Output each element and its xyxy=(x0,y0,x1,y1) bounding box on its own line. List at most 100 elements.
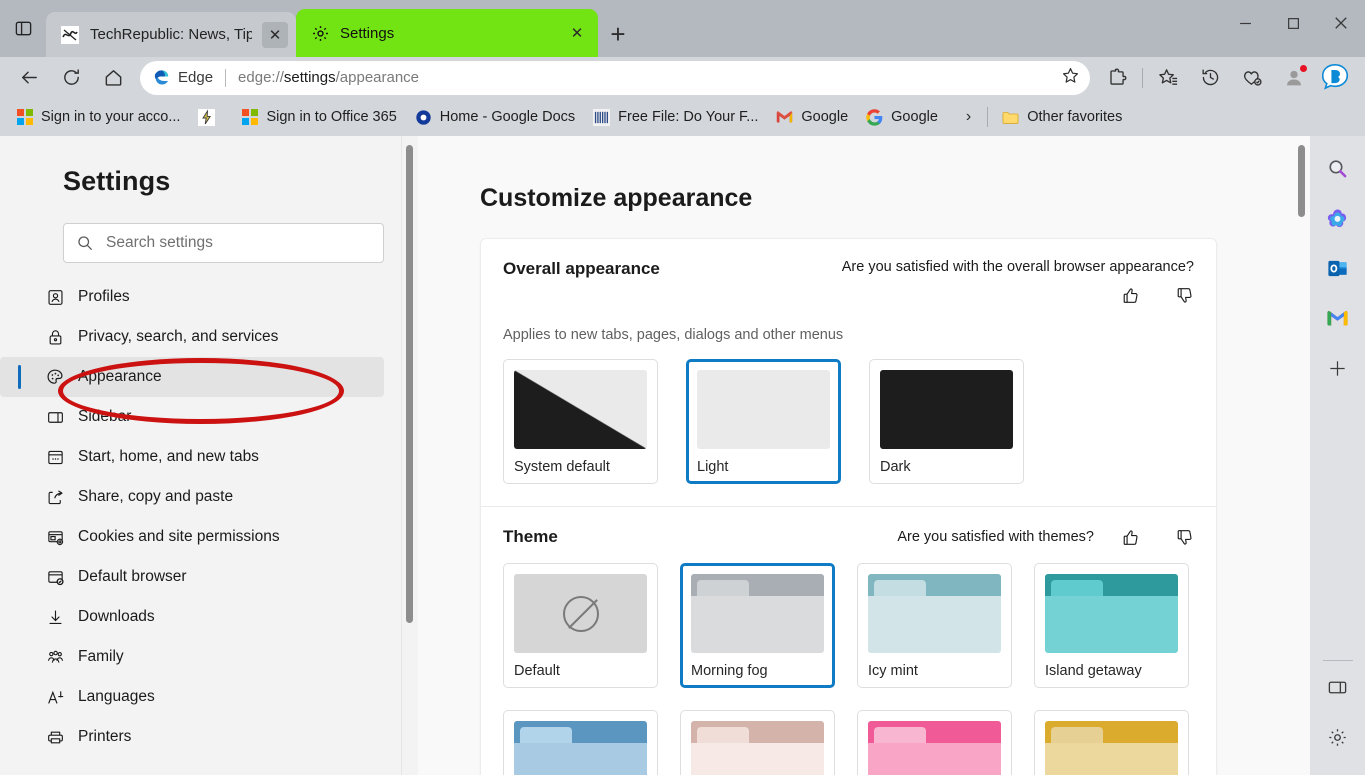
bookmark-item[interactable]: Sign in to Office 365 xyxy=(233,105,404,130)
appearance-option-light[interactable]: Light xyxy=(686,359,841,484)
extensions-icon[interactable] xyxy=(1096,61,1138,95)
thumbs-down-icon[interactable] xyxy=(1174,285,1194,305)
bookmark-label: Sign in to Office 365 xyxy=(266,109,396,125)
start-home-icon xyxy=(44,448,66,467)
sidebar-item-family[interactable]: Family xyxy=(0,637,384,677)
navigation-toolbar: Edge edge://settings/appearance xyxy=(0,57,1365,98)
bookmark-item[interactable]: Google xyxy=(768,105,856,130)
theme-option-pink[interactable] xyxy=(857,710,1012,775)
bookmark-item[interactable]: Free File: Do Your F... xyxy=(585,105,766,130)
sidebar-item-cookies-and-site-permissions[interactable]: Cookies and site permissions xyxy=(0,517,384,557)
sidebar-item-downloads[interactable]: Downloads xyxy=(0,597,384,637)
tab-title: Settings xyxy=(340,25,554,42)
sidebar-item-share-copy-and-paste[interactable]: Share, copy and paste xyxy=(0,477,384,517)
bookmark-item[interactable]: Home - Google Docs xyxy=(407,105,583,130)
outlook-icon[interactable] xyxy=(1318,248,1358,288)
toolbar-divider xyxy=(1142,68,1143,88)
plus-icon[interactable] xyxy=(1318,348,1358,388)
collections-icon[interactable] xyxy=(1147,61,1189,95)
sidebar-item-profiles[interactable]: Profiles xyxy=(0,277,384,317)
address-bar[interactable]: Edge edge://settings/appearance xyxy=(140,61,1090,95)
back-button[interactable] xyxy=(8,61,50,95)
search-placeholder: Search settings xyxy=(106,234,213,252)
sidebar-item-start-home-and-new-tabs[interactable]: Start, home, and new tabs xyxy=(0,437,384,477)
bookmark-item[interactable] xyxy=(190,105,231,130)
appearance-option-label: System default xyxy=(514,459,647,475)
sidebar-toggle-icon[interactable] xyxy=(1318,667,1358,707)
title-bar: TechRepublic: News, Tips & Advi ✕ Settin… xyxy=(0,0,1365,57)
settings-nav-scrollbar[interactable] xyxy=(401,136,418,775)
theme-thumbnail xyxy=(868,721,1001,775)
sidebar-item-appearance[interactable]: Appearance xyxy=(0,357,384,397)
history-icon[interactable] xyxy=(1189,61,1231,95)
thumbs-up-icon[interactable] xyxy=(1120,285,1140,305)
tab-settings[interactable]: Settings ✕ xyxy=(296,9,598,57)
edge-brand: Edge xyxy=(152,68,213,87)
content-scrollbar[interactable] xyxy=(1293,136,1310,775)
tab-strip: TechRepublic: News, Tips & Advi ✕ Settin… xyxy=(0,0,638,57)
cookies-icon xyxy=(44,528,66,547)
favorites-overflow-chevron-icon[interactable]: › xyxy=(956,104,981,130)
languages-icon xyxy=(44,688,66,707)
close-button[interactable] xyxy=(1317,0,1365,46)
bookmark-item[interactable]: Google xyxy=(858,105,946,130)
family-icon xyxy=(44,648,66,667)
gear-icon xyxy=(310,23,330,43)
appearance-option-system-default[interactable]: System default xyxy=(503,359,658,484)
bookmark-label: Google xyxy=(891,109,938,125)
tab-close-icon[interactable]: ✕ xyxy=(262,22,288,48)
microsoft-icon xyxy=(16,109,33,126)
maximize-button[interactable] xyxy=(1269,0,1317,46)
search-magnifier-icon[interactable] xyxy=(1318,148,1358,188)
settings-page: Settings Search settings xyxy=(0,136,1310,775)
sidebar-item-languages[interactable]: Languages xyxy=(0,677,384,717)
theme-option-label: Island getaway xyxy=(1045,663,1178,679)
sidebar-item-label: Family xyxy=(78,648,124,666)
sidebar-item-sidebar[interactable]: Sidebar xyxy=(0,397,384,437)
theme-options-row-2 xyxy=(503,710,1194,775)
appearance-thumbnail xyxy=(697,370,830,449)
tab-techrepublic[interactable]: TechRepublic: News, Tips & Advi ✕ xyxy=(46,12,296,57)
copilot-button[interactable] xyxy=(1309,57,1361,98)
sidebar-item-default-browser[interactable]: Default browser xyxy=(0,557,384,597)
other-favorites-folder[interactable]: Other favorites xyxy=(994,105,1130,130)
copilot-sparkle-icon[interactable] xyxy=(1318,198,1358,238)
theme-option-morning-fog[interactable]: Morning fog xyxy=(680,563,835,688)
browser-essentials-icon[interactable] xyxy=(1231,61,1273,95)
tab-close-icon[interactable]: ✕ xyxy=(564,20,590,46)
thumbs-down-icon[interactable] xyxy=(1174,527,1194,547)
refresh-button[interactable] xyxy=(50,61,92,95)
gmail-icon[interactable] xyxy=(1318,298,1358,338)
favorite-star-icon[interactable] xyxy=(1061,66,1080,90)
sidebar-item-label: Share, copy and paste xyxy=(78,488,233,506)
theme-option-default[interactable]: Default xyxy=(503,563,658,688)
theme-option-icy-mint[interactable]: Icy mint xyxy=(857,563,1012,688)
sidebar-item-label: Appearance xyxy=(78,368,162,386)
search-settings-input[interactable]: Search settings xyxy=(63,223,384,263)
theme-option-blue[interactable] xyxy=(503,710,658,775)
theme-option-gold[interactable] xyxy=(1034,710,1189,775)
feedback-question: Are you satisfied with the overall brows… xyxy=(842,259,1194,275)
gmail-icon xyxy=(776,109,793,126)
appearance-option-dark[interactable]: Dark xyxy=(869,359,1024,484)
home-button[interactable] xyxy=(92,61,134,95)
minimize-button[interactable] xyxy=(1221,0,1269,46)
scrollbar-thumb[interactable] xyxy=(406,145,413,623)
bookmark-item[interactable]: Sign in to your acco... xyxy=(8,105,188,130)
page-title: Settings xyxy=(63,166,418,197)
new-tab-button[interactable]: + xyxy=(598,12,638,57)
sidebar-item-label: Profiles xyxy=(78,288,130,306)
theme-option-label: Morning fog xyxy=(691,663,824,679)
theme-option-blush[interactable] xyxy=(680,710,835,775)
sidebar-item-printers[interactable]: Printers xyxy=(0,717,384,757)
gear-icon[interactable] xyxy=(1318,717,1358,757)
sidebar-item-privacy-search-and-services[interactable]: Privacy, search, and services xyxy=(0,317,384,357)
theme-option-island-getaway[interactable]: Island getaway xyxy=(1034,563,1189,688)
thumbs-up-icon[interactable] xyxy=(1120,527,1140,547)
url-text: edge://settings/appearance xyxy=(238,69,419,86)
scrollbar-thumb[interactable] xyxy=(1298,145,1305,217)
theme-feedback: Are you satisfied with themes? xyxy=(897,527,1194,547)
tab-actions-icon[interactable] xyxy=(0,0,46,57)
omnibox-divider xyxy=(225,69,226,87)
techrepublic-icon xyxy=(60,25,80,45)
